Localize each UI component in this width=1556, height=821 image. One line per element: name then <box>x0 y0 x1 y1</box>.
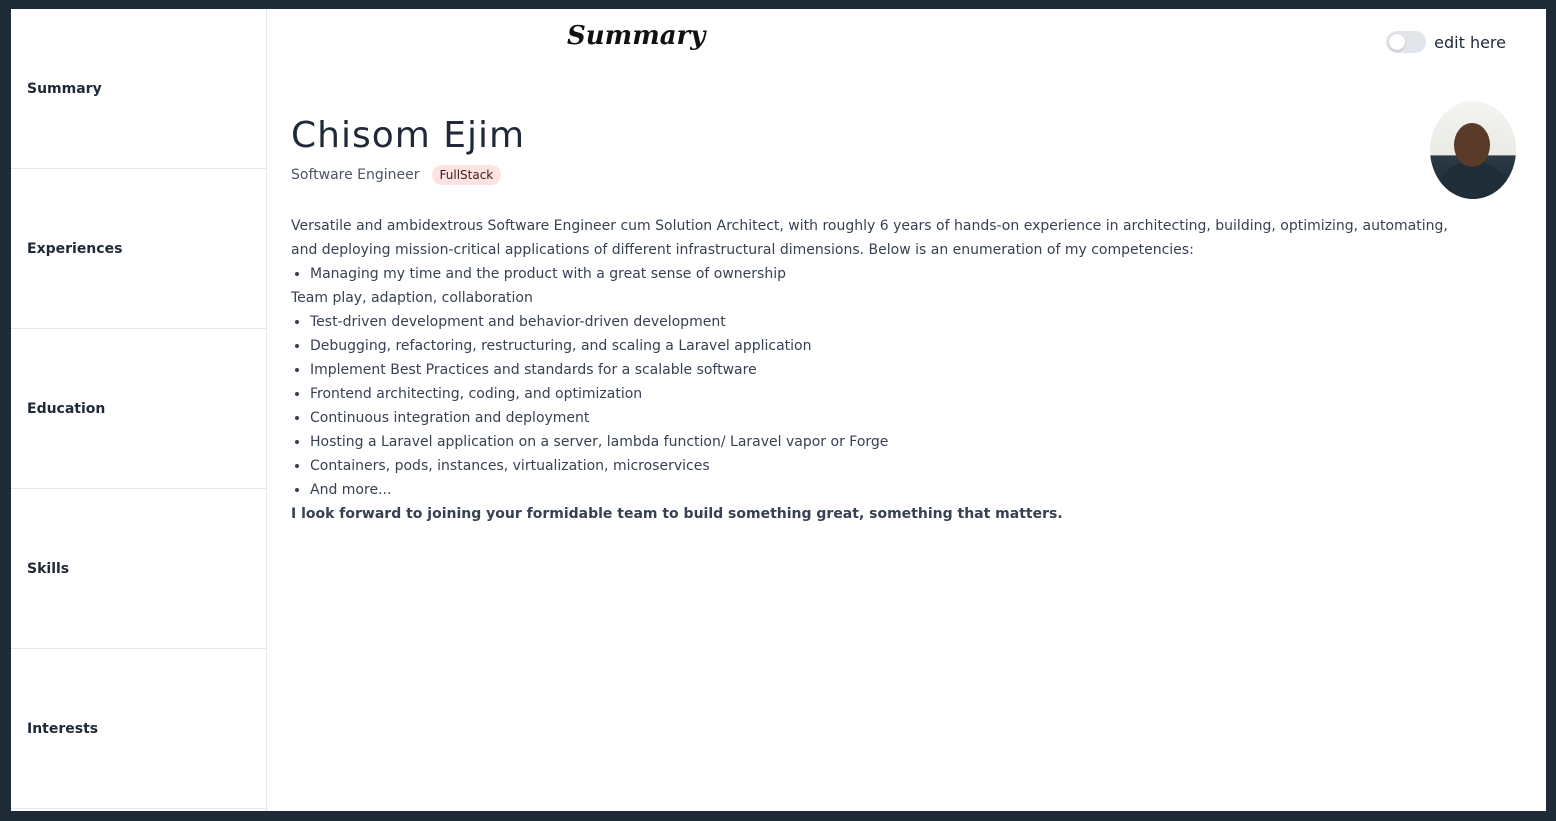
list-item: Frontend architecting, coding, and optim… <box>310 382 1456 406</box>
profile-name: Chisom Ejim <box>291 115 526 156</box>
page-title: Summary <box>567 21 706 51</box>
summary-closing: I look forward to joining your formidabl… <box>291 506 1063 522</box>
avatar-face <box>1454 123 1490 167</box>
edit-toggle-group: edit here <box>1386 31 1506 53</box>
summary-intro: Versatile and ambidextrous Software Engi… <box>291 218 1448 258</box>
list-item: Hosting a Laravel application on a serve… <box>310 430 1456 454</box>
summary-plain-line: Team play, adaption, collaboration <box>291 290 533 306</box>
profile-role: Software Engineer <box>291 167 420 183</box>
list-item: Continuous integration and deployment <box>310 406 1456 430</box>
edit-toggle-label: edit here <box>1434 32 1506 52</box>
list-item: Implement Best Practices and standards f… <box>310 358 1456 382</box>
competency-list-b: Test-driven development and behavior-dri… <box>291 310 1456 502</box>
app-frame: Summary Experiences Education Skills Int… <box>11 9 1546 811</box>
toggle-knob <box>1389 34 1406 50</box>
list-item: And more... <box>310 478 1456 502</box>
list-item: Managing my time and the product with a … <box>310 262 1456 286</box>
avatar <box>1430 101 1516 199</box>
role-badge: FullStack <box>431 165 502 185</box>
sidebar-item-experiences[interactable]: Experiences <box>11 169 266 329</box>
competency-list-a: Managing my time and the product with a … <box>291 262 1456 286</box>
main-content: Summary edit here Chisom Ejim Software E… <box>267 9 1546 811</box>
list-item: Debugging, refactoring, restructuring, a… <box>310 334 1456 358</box>
edit-toggle[interactable] <box>1386 31 1427 53</box>
sidebar-item-summary[interactable]: Summary <box>11 9 266 169</box>
role-row: Software Engineer FullStack <box>291 165 502 185</box>
summary-text: Versatile and ambidextrous Software Engi… <box>291 214 1456 526</box>
sidebar-item-skills[interactable]: Skills <box>11 489 266 649</box>
sidebar-item-education[interactable]: Education <box>11 329 266 489</box>
list-item: Test-driven development and behavior-dri… <box>310 310 1456 334</box>
sidebar: Summary Experiences Education Skills Int… <box>11 9 267 811</box>
sidebar-item-interests[interactable]: Interests <box>11 649 266 809</box>
list-item: Containers, pods, instances, virtualizat… <box>310 454 1456 478</box>
